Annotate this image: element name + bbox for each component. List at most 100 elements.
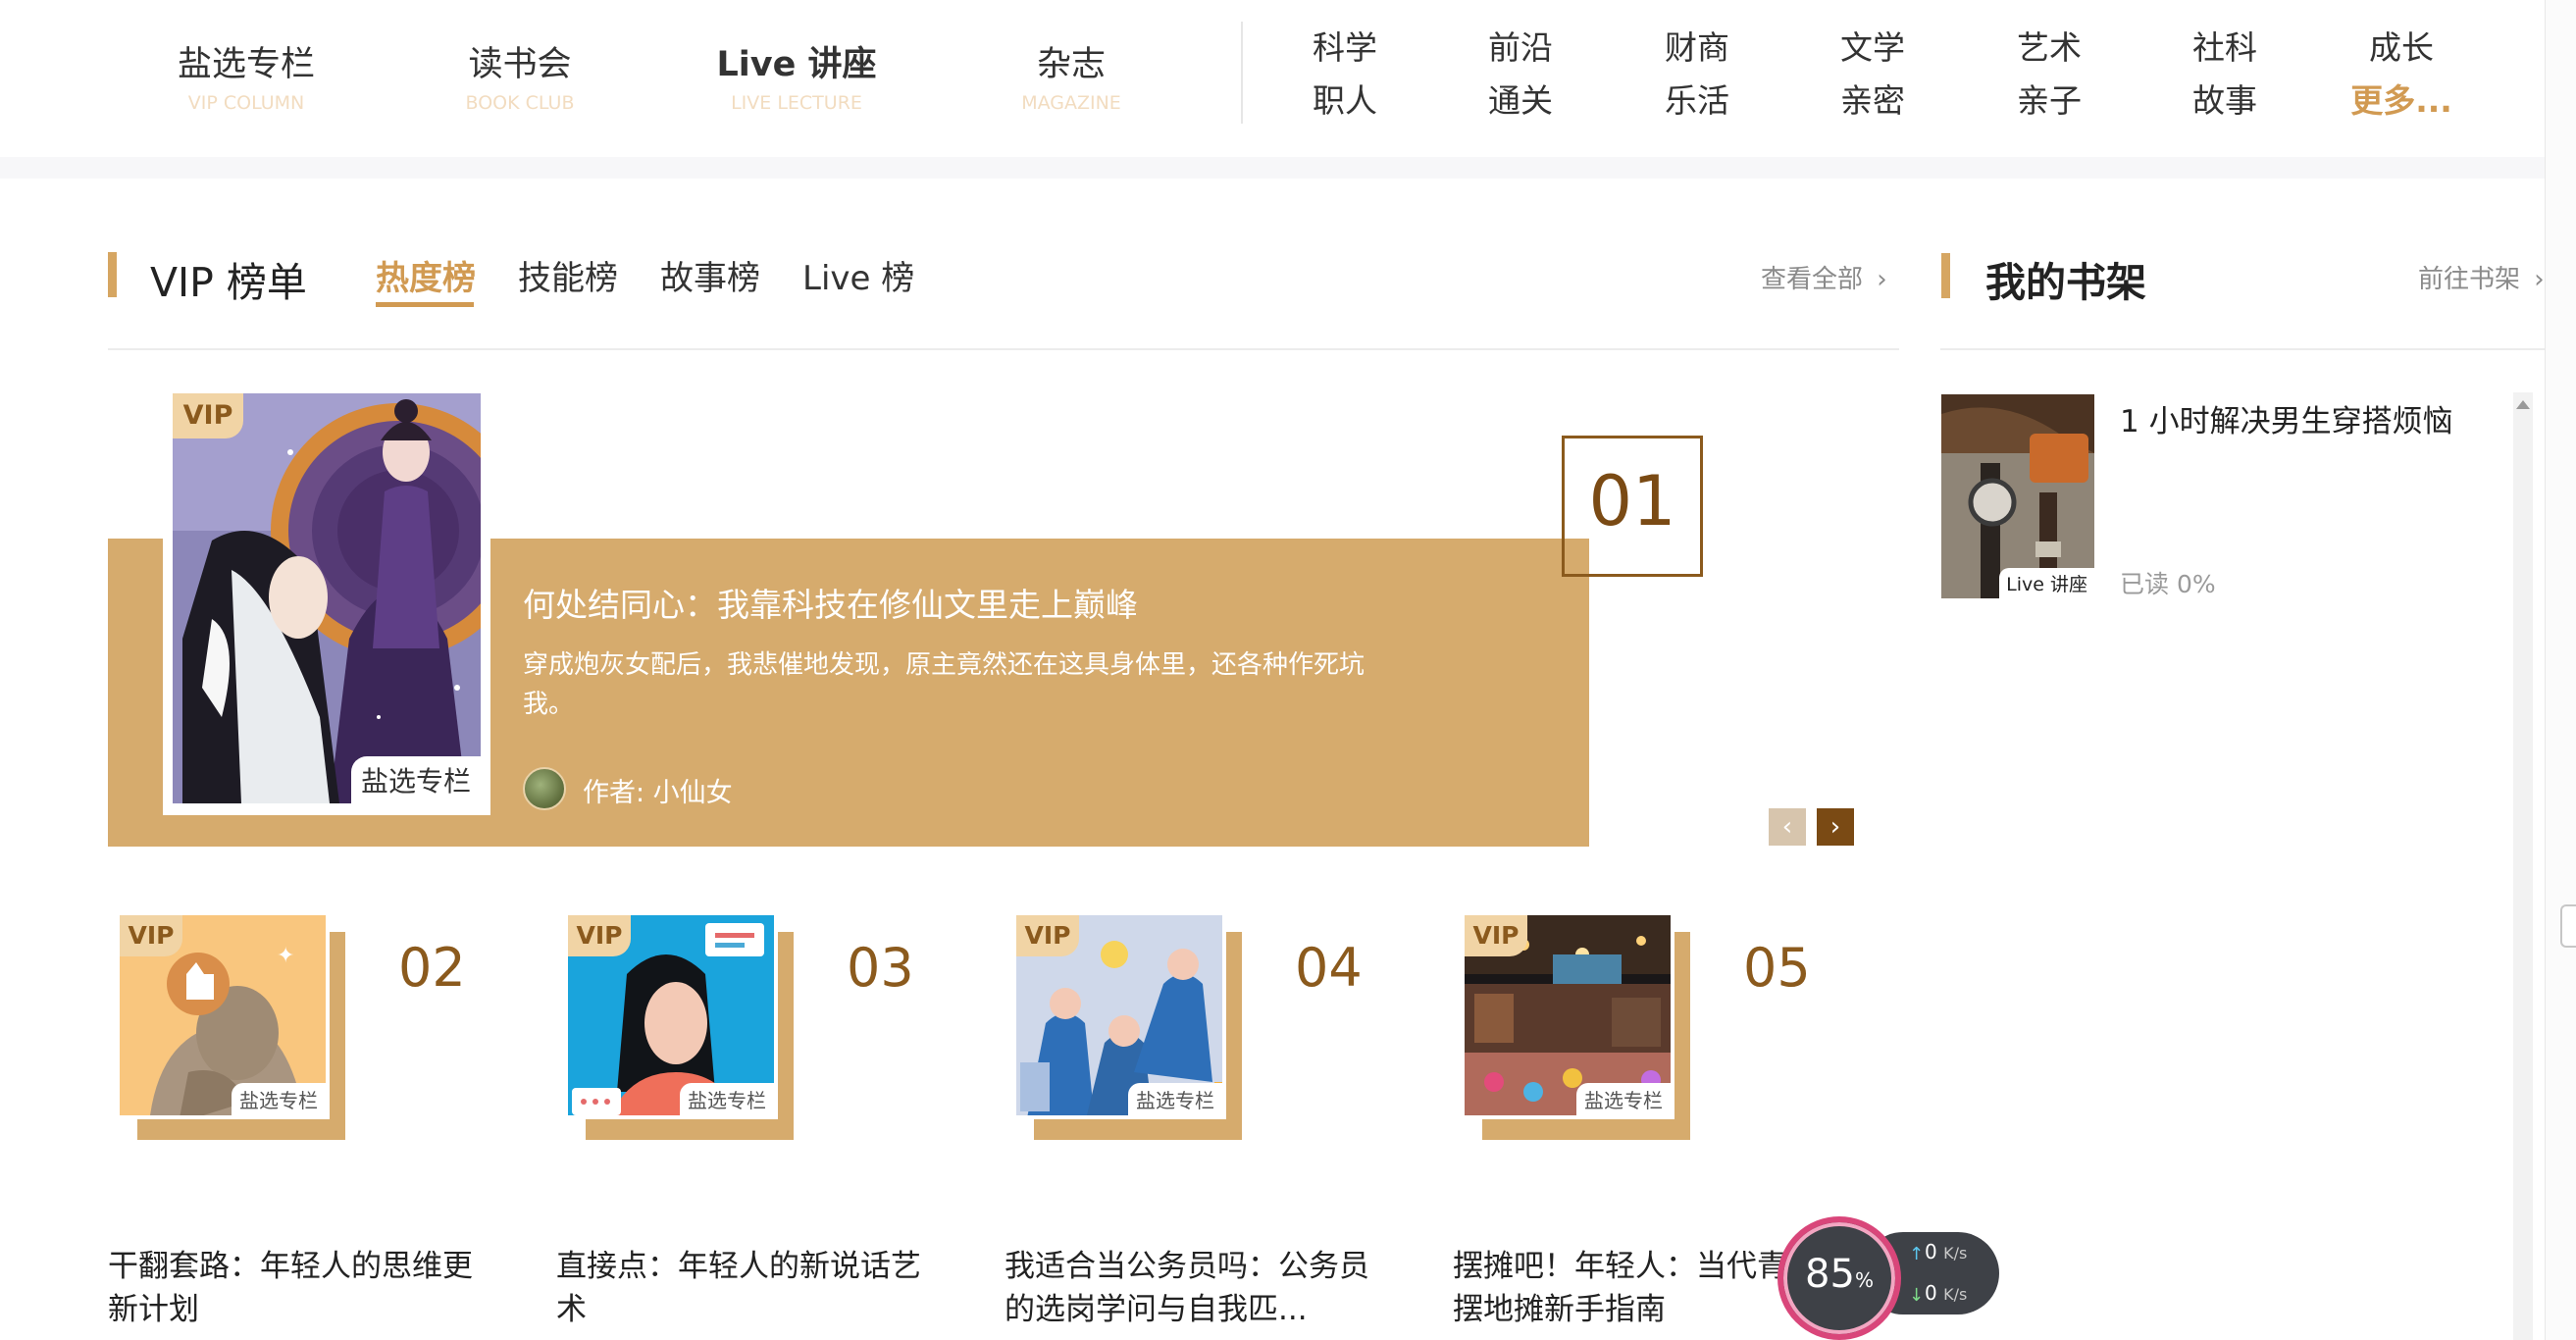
featured-title[interactable]: 何处结同心：我靠科技在修仙文里走上巅峰 xyxy=(523,579,1138,626)
bookshelf-scrollbar[interactable] xyxy=(2513,392,2533,1340)
book-title[interactable]: 我适合当公务员吗：公务员的选岗学问与自我匹... xyxy=(1005,1245,1397,1331)
rank-number: 01 xyxy=(1588,461,1676,541)
view-all-link[interactable]: 查看全部 › xyxy=(1761,259,1887,295)
carousel-next-button[interactable]: › xyxy=(1817,808,1854,846)
nav-sublabel: BOOK CLUB xyxy=(465,92,575,114)
bookshelf-item-label: Live 讲座 xyxy=(1999,568,2094,598)
category-link[interactable]: 前沿 xyxy=(1462,22,1579,75)
upload-value: 0 xyxy=(1925,1240,1937,1263)
tab-live[interactable]: Live 榜 xyxy=(802,251,914,299)
category-link[interactable]: 通关 xyxy=(1462,75,1579,128)
upload-speed: 0 K/s xyxy=(1925,1240,1967,1263)
carousel-prev-button[interactable]: ‹ xyxy=(1769,808,1806,846)
upload-arrow-icon: ↑ xyxy=(1909,1244,1925,1264)
download-speed: 0 K/s xyxy=(1925,1281,1967,1305)
vip-badge: VIP xyxy=(173,393,243,438)
nav-sublabel: VIP COLUMN xyxy=(187,92,305,114)
category-link[interactable]: 财商 xyxy=(1638,22,1756,75)
category-link[interactable]: 故事 xyxy=(2166,75,2284,128)
category-link[interactable]: 科学 xyxy=(1286,22,1404,75)
nav-magazine[interactable]: 杂志 MAGAZINE xyxy=(944,39,1199,116)
book-cover[interactable]: ✦ VIP 盐选专栏 xyxy=(116,911,330,1119)
speed-unit: K/s xyxy=(1943,1244,1968,1263)
author-name: 作者: 小仙女 xyxy=(583,778,733,808)
svg-text:✦: ✦ xyxy=(277,944,294,968)
category-link[interactable]: 职人 xyxy=(1286,75,1404,128)
bookshelf-item-title[interactable]: 1 小时解决男生穿搭烦恼 xyxy=(2120,396,2453,440)
tab-skill[interactable]: 技能榜 xyxy=(518,251,618,299)
featured-cover[interactable]: VIP 盐选专栏 xyxy=(173,393,481,803)
rank-card[interactable]: ✦ VIP 盐选专栏 02 干翻套路：年轻人的思维更新计划 xyxy=(108,907,520,1340)
view-all-label: 查看全部 xyxy=(1761,265,1864,294)
category-link[interactable]: 乐活 xyxy=(1638,75,1756,128)
category-link[interactable]: 亲子 xyxy=(1990,75,2108,128)
speed-unit: K/s xyxy=(1943,1285,1968,1304)
bookshelf-title: 我的书架 xyxy=(1985,259,2146,306)
goto-bookshelf-label: 前往书架 xyxy=(2418,265,2521,294)
book-title[interactable]: 直接点：年轻人的新说话艺术 xyxy=(556,1245,949,1331)
book-cover[interactable]: VIP 盐选专栏 xyxy=(1012,911,1226,1119)
rank-number: 05 xyxy=(1743,937,1811,999)
vip-badge: VIP xyxy=(120,915,182,956)
category-link[interactable]: 亲密 xyxy=(1814,75,1932,128)
nav-separator-strip xyxy=(0,157,2560,179)
column-label: 盐选专栏 xyxy=(1128,1083,1222,1115)
nav-sublabel: LIVE LECTURE xyxy=(731,92,862,114)
vip-badge: VIP xyxy=(1465,915,1527,956)
chevron-right-icon: › xyxy=(1877,265,1887,294)
nav-book-club[interactable]: 读书会 BOOK CLUB xyxy=(392,39,647,116)
category-column: 艺术 亲子 xyxy=(1990,22,2108,128)
column-label: 盐选专栏 xyxy=(232,1083,326,1115)
category-column: 文学 亲密 xyxy=(1814,22,1932,128)
percent-sign: % xyxy=(1854,1268,1874,1292)
nav-label: 读书会 xyxy=(468,45,572,84)
section-accent-bar xyxy=(1941,253,1950,298)
column-label: 盐选专栏 xyxy=(1576,1083,1671,1115)
more-categories-link[interactable]: 更多... xyxy=(2343,75,2460,128)
column-label: 盐选专栏 xyxy=(680,1083,774,1115)
nav-sublabel: MAGAZINE xyxy=(1021,92,1121,114)
book-title[interactable]: 干翻套路：年轻人的思维更新计划 xyxy=(108,1245,500,1331)
category-link[interactable]: 艺术 xyxy=(1990,22,2108,75)
featured-cover-illustration xyxy=(173,393,481,803)
category-column: 财商 乐活 xyxy=(1638,22,1756,128)
window-edge xyxy=(2545,0,2576,1340)
rank-card[interactable]: VIP 盐选专栏 04 我适合当公务员吗：公务员的选岗学问与自我匹... xyxy=(1005,907,1417,1340)
ranking-title: VIP 榜单 xyxy=(150,259,307,306)
network-speed-widget[interactable]: 85% ↑ ↓ 0 K/s 0 K/s xyxy=(1777,1216,2017,1340)
active-tab-underline xyxy=(376,302,474,307)
book-cover[interactable]: VIP 盐选专栏 xyxy=(564,911,778,1119)
download-value: 0 xyxy=(1925,1281,1937,1305)
chevron-right-icon: › xyxy=(2534,265,2545,294)
rank-card[interactable]: VIP 盐选专栏 03 直接点：年轻人的新说话艺术 xyxy=(556,907,968,1340)
bookshelf-divider xyxy=(1940,348,2549,350)
section-divider xyxy=(108,348,1899,350)
nav-live-lecture[interactable]: Live 讲座 LIVE LECTURE xyxy=(669,39,924,116)
category-link[interactable]: 社科 xyxy=(2166,22,2284,75)
column-label: 盐选专栏 xyxy=(350,756,481,803)
download-arrow-icon: ↓ xyxy=(1909,1285,1925,1306)
nav-divider xyxy=(1241,22,1243,124)
author-avatar xyxy=(523,767,566,810)
category-column: 社科 故事 xyxy=(2166,22,2284,128)
tab-hot[interactable]: 热度榜 xyxy=(376,251,476,299)
category-link[interactable]: 文学 xyxy=(1814,22,1932,75)
book-cover[interactable]: VIP 盐选专栏 xyxy=(1461,911,1674,1119)
read-progress: 已读 0% xyxy=(2120,570,2216,598)
nav-vip-column[interactable]: 盐选专栏 VIP COLUMN xyxy=(119,39,374,116)
top-navigation: 盐选专栏 VIP COLUMN 读书会 BOOK CLUB Live 讲座 LI… xyxy=(0,0,2576,157)
featured-description: 穿成炮灰女配后，我悲催地发现，原主竟然还在这具身体里，还各种作死坑我。 xyxy=(523,650,1365,719)
tab-story[interactable]: 故事榜 xyxy=(660,251,760,299)
memory-usage-percent: 85% xyxy=(1777,1252,1901,1297)
nav-label: Live 讲座 xyxy=(716,45,877,84)
rank-number: 02 xyxy=(398,937,466,999)
rank-number: 04 xyxy=(1295,937,1363,999)
category-link[interactable]: 成长 xyxy=(2343,22,2460,75)
side-handle[interactable] xyxy=(2560,904,2576,948)
section-accent-bar xyxy=(108,252,117,297)
goto-bookshelf-link[interactable]: 前往书架 › xyxy=(2418,259,2545,295)
scroll-up-arrow-icon[interactable] xyxy=(2516,400,2530,409)
nav-label: 杂志 xyxy=(1036,45,1106,84)
bookshelf-cover[interactable]: Live 讲座 xyxy=(1941,394,2094,598)
category-column: 成长 更多... xyxy=(2343,22,2460,128)
